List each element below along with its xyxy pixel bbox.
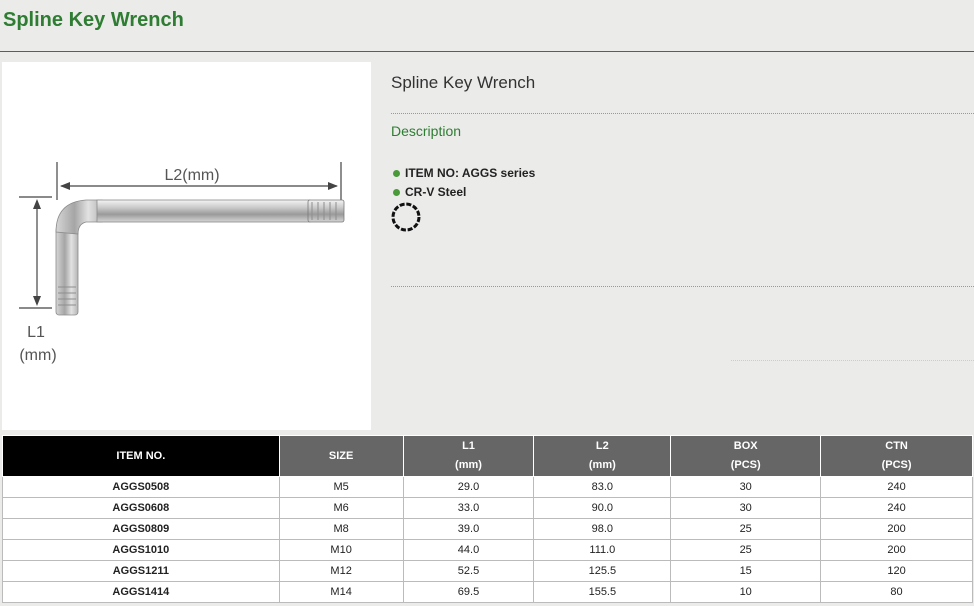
cell-l1: 44.0 <box>402 539 535 561</box>
table-row: AGGS0809 M8 39.0 98.0 25 200 <box>2 518 973 540</box>
column-header-ctn: CTN (PCS) <box>820 435 973 477</box>
cell-size: M6 <box>278 497 404 519</box>
column-header-item-no: ITEM NO. <box>2 435 280 477</box>
spec-table: ITEM NO. SIZE L1 (mm) L2 (mm) BOX (PCS) CTN… <box>2 435 973 603</box>
cell-size: M5 <box>278 476 404 498</box>
cell-ctn: 80 <box>820 581 973 603</box>
table-header-row: ITEM NO. SIZE L1 (mm) L2 (mm) BOX (PCS) CTN… <box>2 435 973 477</box>
column-header-l2: L2 (mm) <box>533 435 672 477</box>
cell-ctn: 240 <box>820 497 973 519</box>
cell-box: 15 <box>670 560 822 582</box>
cell-l2: 83.0 <box>533 476 672 498</box>
cell-l1: 33.0 <box>402 497 535 519</box>
cell-l1: 69.5 <box>402 581 535 603</box>
cell-item-no: AGGS1010 <box>2 539 280 561</box>
wrench-body <box>55 199 345 316</box>
wrench-diagram: L2(mm) L1 (mm) <box>19 162 345 364</box>
cell-item-no: AGGS1414 <box>2 581 280 603</box>
cell-ctn: 240 <box>820 476 973 498</box>
cell-l1: 29.0 <box>402 476 535 498</box>
cell-item-no: AGGS0809 <box>2 518 280 540</box>
cell-size: M10 <box>278 539 404 561</box>
cell-box: 10 <box>670 581 822 603</box>
column-header-box: BOX (PCS) <box>670 435 822 477</box>
cell-l2: 90.0 <box>533 497 672 519</box>
column-header-size: SIZE <box>278 435 404 477</box>
cell-item-no: AGGS0608 <box>2 497 280 519</box>
cell-box: 30 <box>670 476 822 498</box>
cell-size: M8 <box>278 518 404 540</box>
cell-box: 30 <box>670 497 822 519</box>
spec-item-text: ITEM NO: AGGS series <box>405 166 536 180</box>
table-row: AGGS1414 M14 69.5 155.5 10 80 <box>2 581 973 603</box>
bullet-icon <box>393 188 400 196</box>
page-header: Spline Key Wrench <box>0 0 974 52</box>
cell-l2: 125.5 <box>533 560 672 582</box>
page-title: Spline Key Wrench <box>3 9 184 31</box>
cell-size: M12 <box>278 560 404 582</box>
l1-unit: (mm) <box>19 347 56 364</box>
spec-item: ITEM NO: AGGS series <box>391 166 535 180</box>
table-row: AGGS1211 M12 52.5 125.5 15 120 <box>2 560 973 582</box>
cell-box: 25 <box>670 539 822 561</box>
bullet-icon <box>393 169 400 177</box>
table-row: AGGS1010 M10 44.0 111.0 25 200 <box>2 539 973 561</box>
cell-l1: 39.0 <box>402 518 535 540</box>
cell-ctn: 200 <box>820 539 973 561</box>
l1-label: L1 <box>27 324 45 341</box>
cell-l1: 52.5 <box>402 560 535 582</box>
cell-item-no: AGGS0508 <box>2 476 280 498</box>
table-row: AGGS0508 M5 29.0 83.0 30 240 <box>2 476 973 498</box>
cell-l2: 98.0 <box>533 518 672 540</box>
divider <box>391 286 974 287</box>
table-row: AGGS0608 M6 33.0 90.0 30 240 <box>2 497 973 519</box>
column-header-l1: L1 (mm) <box>402 435 535 477</box>
cell-l2: 111.0 <box>533 539 672 561</box>
product-image: L2(mm) L1 (mm) <box>2 62 371 430</box>
description-heading: Description <box>391 123 462 139</box>
cell-l2: 155.5 <box>533 581 672 603</box>
divider <box>731 360 974 361</box>
spline-profile-icon <box>391 202 421 232</box>
cell-ctn: 200 <box>820 518 973 540</box>
product-name: Spline Key Wrench <box>391 73 536 92</box>
cell-ctn: 120 <box>820 560 973 582</box>
divider <box>391 113 974 114</box>
cell-item-no: AGGS1211 <box>2 560 280 582</box>
cell-box: 25 <box>670 518 822 540</box>
l2-label: L2(mm) <box>164 167 219 184</box>
spec-item: CR-V Steel <box>391 185 466 199</box>
cell-size: M14 <box>278 581 404 603</box>
spec-item-text: CR-V Steel <box>405 185 467 199</box>
